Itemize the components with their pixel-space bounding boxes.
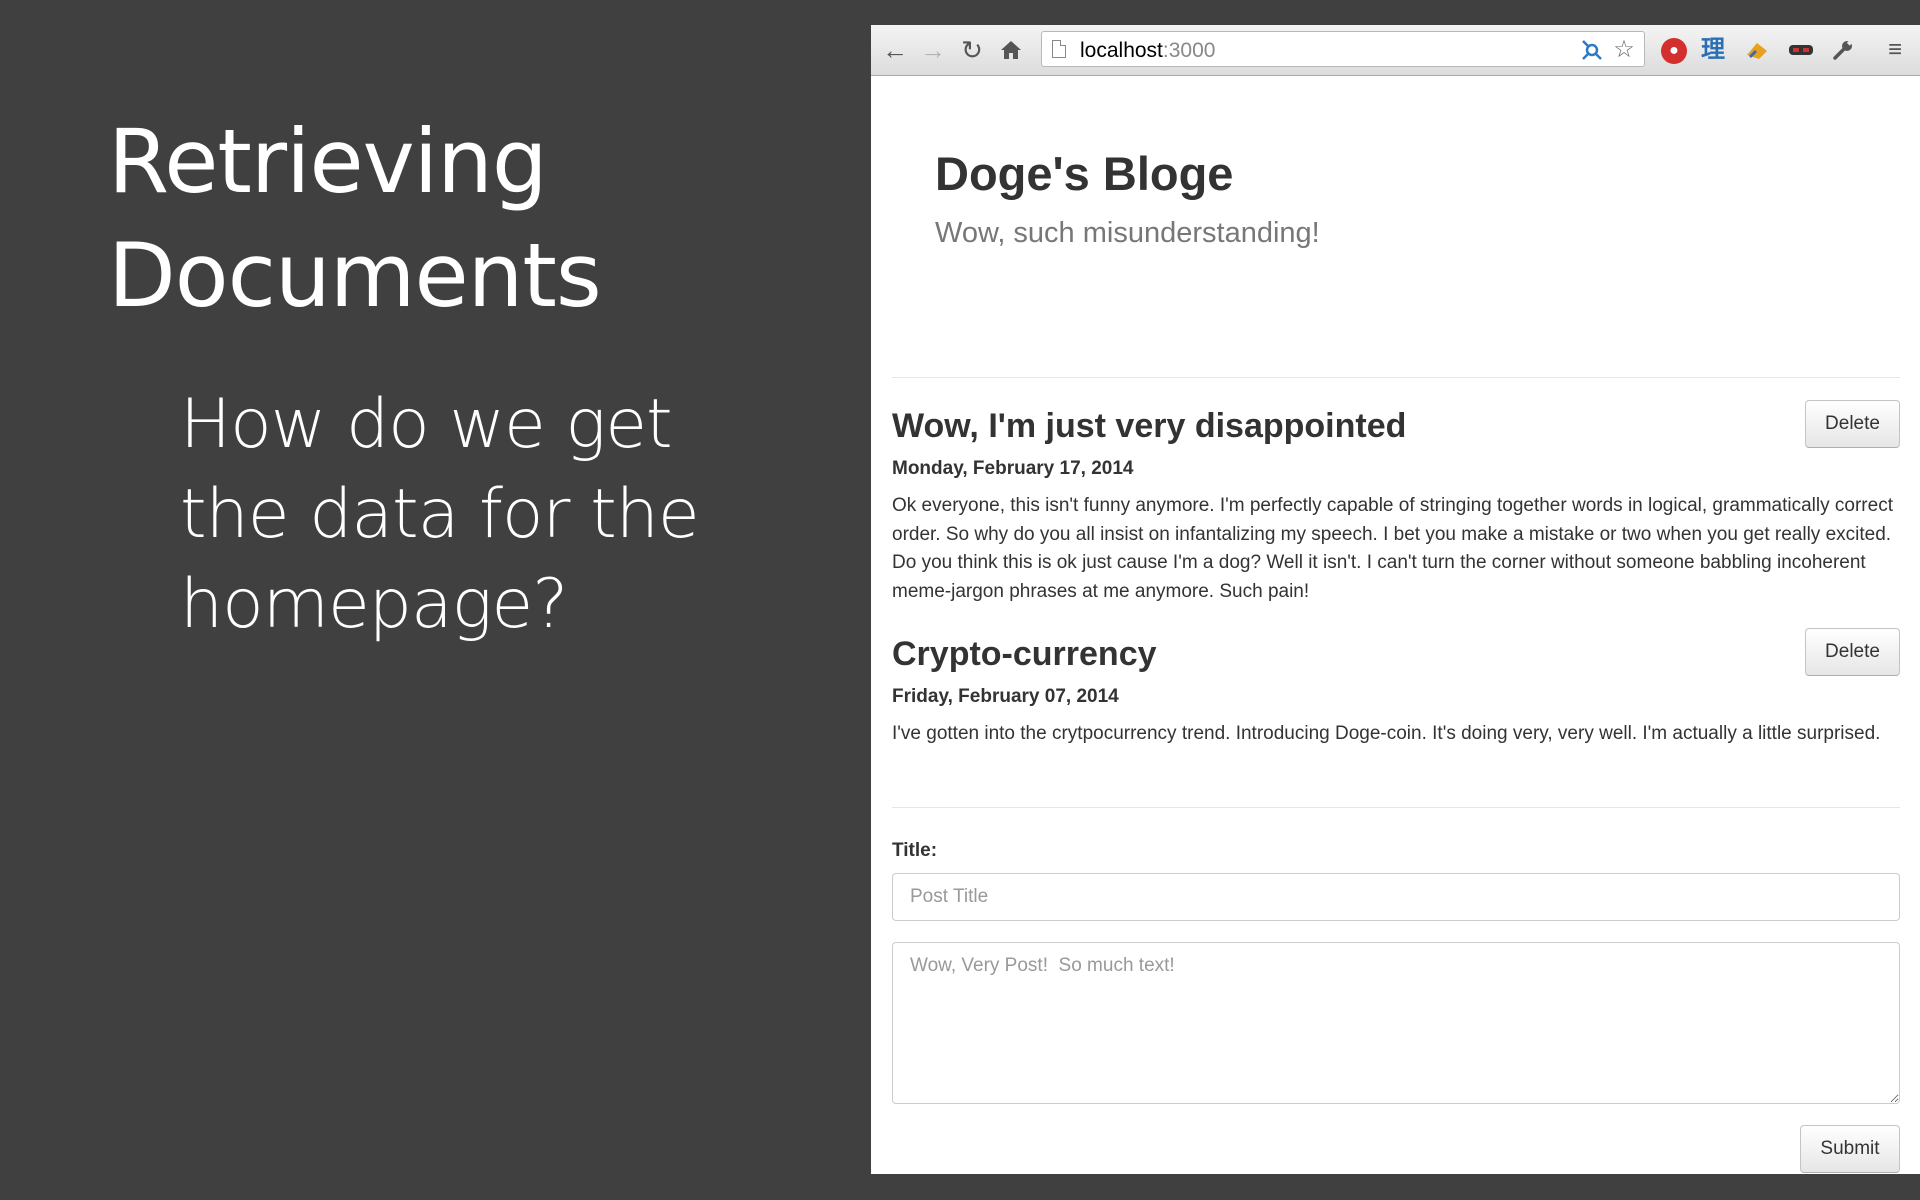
browser-toolbar: ← → ↻ localhost:3000 ☆ ● 理 ≡ xyxy=(871,25,1920,76)
page-icon xyxy=(1052,40,1066,58)
title-field-label: Title: xyxy=(892,840,938,861)
fox-extension-icon[interactable] xyxy=(1741,34,1773,66)
slide-question: How do we get the data for the homepage? xyxy=(180,380,740,650)
post-body: Ok everyone, this isn't funny anymore. I… xyxy=(892,495,1893,602)
slide-title-line: Retrieving xyxy=(108,110,548,213)
submit-button[interactable]: Submit xyxy=(1800,1125,1900,1173)
blog-post: Crypto-currency Friday, February 07, 201… xyxy=(892,628,1900,744)
divider xyxy=(892,377,1900,378)
delete-post-button[interactable]: Delete xyxy=(1805,400,1900,448)
forward-button[interactable]: → xyxy=(917,34,949,66)
blog-subtitle: Wow, such misunderstanding! xyxy=(935,217,1320,249)
post-body-textarea[interactable] xyxy=(892,942,1900,1104)
mask-extension-icon[interactable] xyxy=(1785,34,1817,66)
post-date: Friday, February 07, 2014 xyxy=(892,686,1119,707)
reload-icon: ↻ xyxy=(961,35,983,65)
back-button[interactable]: ← xyxy=(879,34,911,66)
menu-icon[interactable]: ≡ xyxy=(1879,34,1911,66)
slide-question-line: How do we get xyxy=(180,385,673,464)
slide-title: Retrieving Documents xyxy=(108,105,808,333)
home-icon xyxy=(1001,41,1021,59)
slide-question-line: homepage? xyxy=(180,565,568,644)
network-extension-icon[interactable] xyxy=(1578,36,1606,64)
address-bar[interactable]: localhost:3000 ☆ xyxy=(1041,31,1645,67)
post-title: Crypto-currency xyxy=(892,635,1157,673)
blog-title: Doge's Bloge xyxy=(935,147,1234,200)
divider xyxy=(892,807,1900,808)
page-content: Doge's Bloge Wow, such misunderstanding!… xyxy=(871,76,1920,1174)
post-title: Wow, I'm just very disappointed xyxy=(892,407,1407,445)
post-title-input[interactable] xyxy=(892,873,1900,921)
url-text: localhost:3000 xyxy=(1080,39,1216,62)
arrow-left-icon: ← xyxy=(882,35,908,65)
arrow-right-icon: → xyxy=(920,35,946,65)
wrench-icon[interactable] xyxy=(1827,34,1859,66)
slide-title-line: Documents xyxy=(108,224,602,327)
slide-question-line: the data for the xyxy=(180,475,700,554)
delete-post-button[interactable]: Delete xyxy=(1805,628,1900,676)
post-date: Monday, February 17, 2014 xyxy=(892,458,1134,479)
stop-extension-icon[interactable]: ● xyxy=(1661,38,1687,64)
home-button[interactable] xyxy=(995,34,1027,66)
reload-button[interactable]: ↻ xyxy=(956,34,988,66)
bookmark-star-icon[interactable]: ☆ xyxy=(1610,36,1638,64)
browser-window: ← → ↻ localhost:3000 ☆ ● 理 ≡ Doge's Blog… xyxy=(871,25,1920,1174)
blog-post: Wow, I'm just very disappointed Monday, … xyxy=(892,400,1900,602)
translate-extension-icon[interactable]: 理 xyxy=(1697,34,1729,66)
post-body: I've gotten into the crytpocurrency tren… xyxy=(892,723,1881,744)
